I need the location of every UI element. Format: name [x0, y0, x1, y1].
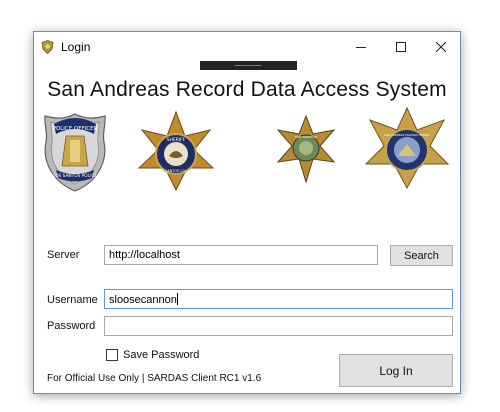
- server-input[interactable]: http://localhost: [104, 245, 378, 265]
- close-icon: [436, 42, 446, 52]
- grip-line: [235, 65, 261, 66]
- close-button[interactable]: [421, 32, 461, 62]
- username-label: Username: [47, 294, 98, 306]
- window-title: Login: [61, 40, 91, 54]
- police-officer-badge: POLICE OFFICER LOS SANTOS POLICE: [44, 113, 106, 192]
- login-button[interactable]: Log In: [339, 354, 453, 387]
- minimize-icon: [356, 47, 366, 48]
- highway-badge-text: SAN ANDREAS HIGHWAY PATROL: [384, 133, 430, 137]
- highway-patrol-badge: SAN ANDREAS HIGHWAY PATROL: [364, 106, 450, 190]
- minimize-button[interactable]: [341, 32, 381, 62]
- search-button[interactable]: Search: [390, 245, 453, 266]
- password-label: Password: [47, 320, 96, 332]
- ranger-badge-text: SAN ANDREAS: [295, 135, 317, 139]
- police-badge-top-text: POLICE OFFICER: [53, 126, 98, 132]
- page-title: San Andreas Record Data Access System: [47, 78, 447, 101]
- server-label: Server: [47, 249, 80, 261]
- footer-text: For Official Use Only | SARDAS Client RC…: [47, 373, 262, 384]
- text-caret: [176, 293, 178, 305]
- sheriff-badge-bottom-text: LOS SANTOS COUNTY: [158, 169, 196, 173]
- login-window: Login San Andreas Record Data Access Sys…: [33, 31, 461, 394]
- badge-app-icon: [41, 40, 54, 54]
- ranger-star-badge: SAN ANDREAS: [276, 114, 336, 184]
- sheriff-badge-top-text: SHERIFF: [167, 137, 186, 143]
- maximize-button[interactable]: [381, 32, 421, 62]
- drag-handle-bar[interactable]: [200, 61, 297, 70]
- police-badge-bottom-text: LOS SANTOS POLICE: [53, 173, 97, 179]
- username-value: sloosecannon: [109, 294, 177, 306]
- username-input[interactable]: sloosecannon: [104, 289, 453, 309]
- password-input[interactable]: [104, 316, 453, 336]
- save-password-checkbox[interactable]: [106, 349, 118, 361]
- maximize-icon: [396, 42, 406, 52]
- title-bar[interactable]: Login: [34, 32, 460, 62]
- save-password-label[interactable]: Save Password: [123, 349, 199, 361]
- sheriff-star-badge: SHERIFF LOS SANTOS COUNTY: [137, 110, 215, 192]
